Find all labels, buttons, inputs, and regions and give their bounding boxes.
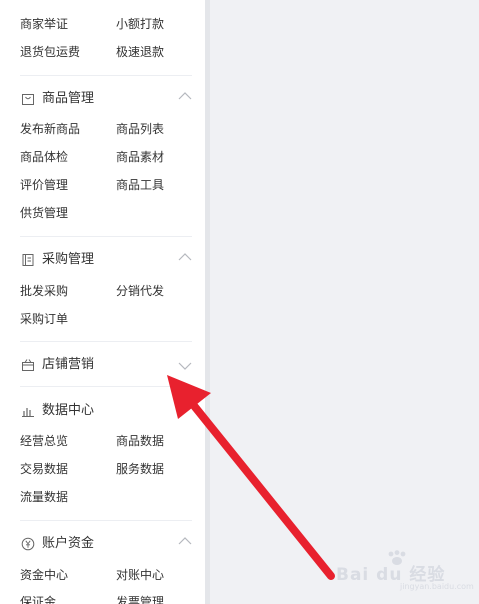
watermark: Bai du 经验 jingyan.baidu.com: [336, 548, 476, 592]
watermark-url: jingyan.baidu.com: [400, 582, 474, 591]
annotation-arrow-icon: [167, 375, 335, 580]
